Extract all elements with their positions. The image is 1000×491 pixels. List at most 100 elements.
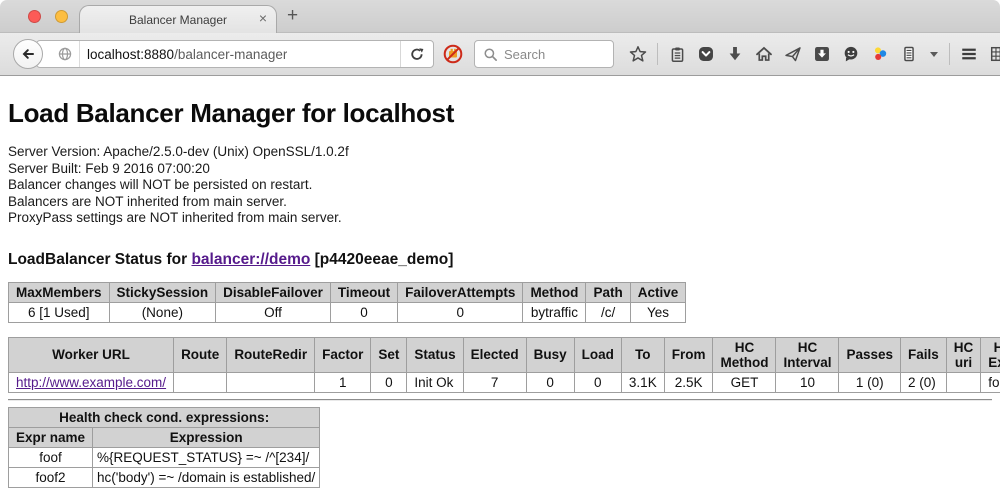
status-heading-suffix: [p4420eeae_demo] [310, 251, 453, 268]
page-title: Load Balancer Manager for localhost [8, 98, 992, 129]
worker-url-link[interactable]: http://www.example.com/ [16, 375, 166, 390]
column-header: Status [407, 337, 463, 372]
column-header: HC Interval [776, 337, 839, 372]
worker-row: http://www.example.com/ 1 0 Init Ok 7 0 … [9, 372, 1000, 392]
feedback-button[interactable] [841, 44, 861, 64]
disablefailover-cell: Off [216, 302, 331, 322]
hc-expr-cell: foof2 [981, 372, 1000, 392]
table-header-row: Worker URL Route RouteRedir Factor Set S… [9, 337, 1000, 372]
column-header: Worker URL [9, 337, 174, 372]
proxypass-note-line: ProxyPass settings are NOT inherited fro… [8, 210, 992, 227]
url-bar[interactable]: localhost:8880/balancer-manager [36, 40, 434, 68]
reading-list-button[interactable] [667, 44, 687, 64]
menu-hamburger-icon [960, 45, 978, 63]
loadbalancer-status-heading: LoadBalancer Status for balancer://demo … [8, 251, 992, 269]
passes-cell: 1 (0) [839, 372, 901, 392]
send-plane-icon [784, 45, 802, 63]
tab-bar: Balancer Manager × + [0, 0, 1000, 33]
column-header: StickySession [109, 282, 216, 302]
block-plugin-icon [442, 43, 464, 65]
pocket-icon [697, 45, 715, 63]
home-icon [755, 45, 773, 63]
routeredir-cell [227, 372, 315, 392]
column-header: From [664, 337, 713, 372]
back-button[interactable] [13, 39, 43, 69]
health-table-title: Health check cond. expressions: [9, 407, 320, 427]
expr-name-cell: foof [9, 447, 93, 467]
site-identity-button[interactable] [49, 41, 80, 67]
status-heading-prefix: LoadBalancer Status for [8, 251, 191, 268]
column-header: Expression [93, 427, 320, 447]
worker-status-table: Worker URL Route RouteRedir Factor Set S… [8, 337, 1000, 393]
search-input[interactable]: Search [474, 40, 614, 68]
expression-cell: hc('body') =~ /domain is established/ [93, 467, 320, 487]
balancer-demo-link[interactable]: balancer://demo [191, 251, 310, 268]
table-header-row: Expr name Expression [9, 427, 320, 447]
chat-smiley-icon [842, 45, 860, 63]
balancer-settings-table: MaxMembers StickySession DisableFailover… [8, 282, 686, 323]
method-cell: bytraffic [523, 302, 586, 322]
column-header: MaxMembers [9, 282, 110, 302]
column-header: FailoverAttempts [398, 282, 523, 302]
reload-button[interactable] [400, 41, 433, 67]
battery-extension-button[interactable] [899, 44, 919, 64]
table-row: foof %{REQUEST_STATUS} =~ /^[234]/ [9, 447, 320, 467]
table-title-row: Health check cond. expressions: [9, 407, 320, 427]
downloads-button[interactable] [725, 44, 745, 64]
table-header-row: MaxMembers StickySession DisableFailover… [9, 282, 686, 302]
navigation-toolbar: localhost:8880/balancer-manager Search [0, 33, 1000, 76]
home-button[interactable] [754, 44, 774, 64]
browser-tab[interactable]: Balancer Manager × [79, 5, 277, 33]
send-tab-button[interactable] [783, 44, 803, 64]
active-cell: Yes [630, 302, 686, 322]
bookmark-star-button[interactable] [628, 44, 648, 64]
persist-note-line: Balancer changes will NOT be persisted o… [8, 177, 992, 194]
menu-button[interactable] [959, 44, 979, 64]
tab-close-icon[interactable]: × [259, 11, 267, 25]
search-placeholder: Search [498, 47, 545, 62]
worker-url-cell: http://www.example.com/ [9, 372, 174, 392]
column-header: Timeout [330, 282, 397, 302]
caret-down-icon [930, 52, 938, 57]
toolbar-divider [657, 43, 658, 65]
page-tiles-button[interactable] [988, 44, 1000, 64]
window-minimize-button[interactable] [55, 10, 68, 23]
colored-dots-icon [871, 45, 889, 63]
column-header: Passes [839, 337, 901, 372]
load-cell: 0 [574, 372, 621, 392]
column-header: HC Method [713, 337, 776, 372]
browser-window: Balancer Manager × + localhost:8880/bala… [0, 0, 1000, 491]
page-content: Load Balancer Manager for localhost Serv… [0, 76, 1000, 491]
pocket-button[interactable] [696, 44, 716, 64]
window-close-button[interactable] [28, 10, 41, 23]
url-domain: localhost:8880 [87, 47, 174, 62]
factor-cell: 1 [315, 372, 371, 392]
colored-dots-extension-button[interactable] [870, 44, 890, 64]
health-check-table: Health check cond. expressions: Expr nam… [8, 407, 320, 488]
to-cell: 3.1K [621, 372, 664, 392]
clipboard-icon [669, 46, 686, 63]
column-header: Active [630, 282, 686, 302]
busy-cell: 0 [526, 372, 574, 392]
column-header: HC uri [946, 337, 981, 372]
column-header: Expr name [9, 427, 93, 447]
hc-interval-cell: 10 [776, 372, 839, 392]
reload-icon [409, 46, 425, 62]
column-header: Route [174, 337, 227, 372]
section-divider [8, 399, 992, 401]
timeout-cell: 0 [330, 302, 397, 322]
toolbar-divider [949, 43, 950, 65]
set-cell: 0 [371, 372, 407, 392]
from-cell: 2.5K [664, 372, 713, 392]
new-tab-button[interactable]: + [287, 6, 298, 25]
overflow-caret-button[interactable] [928, 44, 940, 64]
column-header: Method [523, 282, 586, 302]
table-row: foof2 hc('body') =~ /domain is establish… [9, 467, 320, 487]
column-header: Set [371, 337, 407, 372]
column-header: DisableFailover [216, 282, 331, 302]
blocked-plugin-button[interactable] [442, 43, 464, 65]
video-download-button[interactable] [812, 44, 832, 64]
server-built-line: Server Built: Feb 9 2016 07:00:20 [8, 161, 992, 178]
maxmembers-cell: 6 [1 Used] [9, 302, 110, 322]
back-icon [20, 46, 36, 62]
